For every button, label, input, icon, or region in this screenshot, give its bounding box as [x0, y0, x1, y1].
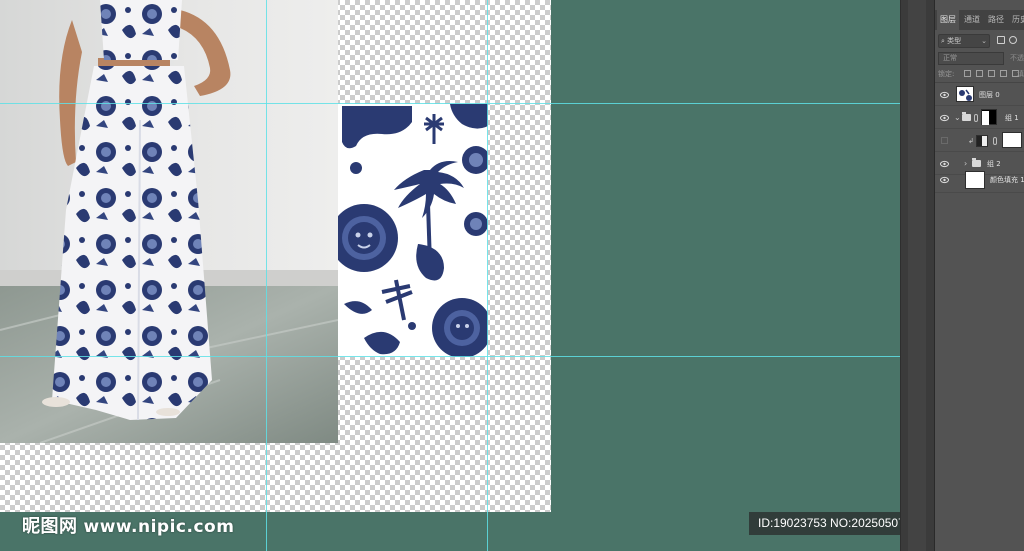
layer-thumbnail: [956, 86, 974, 102]
dock-scroll-track[interactable]: [908, 0, 926, 551]
folder-icon: [962, 112, 971, 121]
eye-icon[interactable]: [940, 91, 949, 99]
watermark-url: www.nipic.com: [83, 517, 235, 537]
layer-row-clipped-adjustment[interactable]: ↲: [935, 130, 1024, 152]
layer-name[interactable]: 组 1: [1005, 112, 1019, 124]
panel-tab-bar: 图层 通道 路径 历史: [935, 10, 1024, 30]
layer-row-color-fill[interactable]: 颜色填充 1: [935, 169, 1024, 193]
chevron-down-icon[interactable]: ⌄: [954, 112, 961, 124]
eye-icon[interactable]: [940, 114, 949, 122]
model-photo-layer: [0, 0, 338, 443]
visibility-toggle-off[interactable]: [941, 137, 948, 144]
chevron-down-icon: ⌄: [981, 37, 987, 45]
tab-channels[interactable]: 通道: [961, 10, 983, 30]
layer-row-group1[interactable]: ⌄ 组 1: [935, 107, 1024, 129]
tab-paths[interactable]: 路径: [985, 10, 1007, 30]
opacity-label: 不透: [1010, 54, 1024, 62]
image-filter-icon[interactable]: [997, 36, 1005, 44]
seamless-pattern-tile: [338, 104, 488, 357]
link-icon[interactable]: [974, 114, 978, 122]
link-icon[interactable]: [993, 137, 997, 145]
paisley-sun-pattern: [338, 104, 488, 357]
panel-divider: [935, 82, 1024, 83]
site-watermark-logo: 昵图网 www.nipic.com: [22, 512, 234, 538]
blend-mode-select[interactable]: 正常: [938, 52, 1004, 65]
watermark-logo-cn: 昵图网: [22, 516, 78, 537]
folder-icon: [972, 158, 981, 167]
horizontal-guide[interactable]: [0, 103, 900, 104]
model-photo: [0, 0, 338, 443]
horizontal-guide[interactable]: [0, 356, 900, 357]
vertical-guide[interactable]: [487, 0, 488, 551]
layer-row-layer0[interactable]: 图层 0: [935, 84, 1024, 106]
mask-thumbnail[interactable]: [1002, 132, 1022, 148]
lock-position-icon[interactable]: [988, 70, 995, 77]
lock-label: 锁定:: [938, 70, 955, 78]
lock-artboard-icon[interactable]: [1000, 70, 1007, 77]
layer-name[interactable]: 图层 0: [979, 89, 1000, 101]
tab-history[interactable]: 历史: [1009, 10, 1024, 30]
layer-name[interactable]: 颜色填充 1: [990, 174, 1024, 186]
layers-panel: 图层 通道 路径 历史 ⌕ 类型 ⌄ 正常 不透 锁定: 填 图层 0 ⌄: [934, 0, 1024, 551]
filter-type-label: 类型: [947, 37, 962, 45]
clip-arrow-icon: ↲: [968, 137, 974, 145]
adjustment-icon: [976, 135, 988, 147]
adjustment-filter-icon[interactable]: [1009, 36, 1017, 44]
tab-layers[interactable]: 图层: [937, 10, 959, 30]
lock-pixels-icon[interactable]: [964, 70, 971, 77]
eye-icon[interactable]: [940, 176, 949, 184]
lock-brush-icon[interactable]: [976, 70, 983, 77]
canvas-workspace[interactable]: [0, 0, 900, 551]
layer-filter-select[interactable]: ⌕ 类型 ⌄: [938, 34, 990, 48]
fill-thumbnail: [965, 171, 985, 189]
vertical-guide[interactable]: [266, 0, 267, 551]
fill-label: 填: [1017, 70, 1024, 78]
document-canvas[interactable]: [0, 0, 551, 512]
eye-icon[interactable]: [940, 160, 949, 168]
mask-thumbnail[interactable]: [981, 109, 997, 125]
lock-row: 锁定:: [938, 69, 1024, 80]
search-icon: ⌕: [941, 37, 945, 45]
